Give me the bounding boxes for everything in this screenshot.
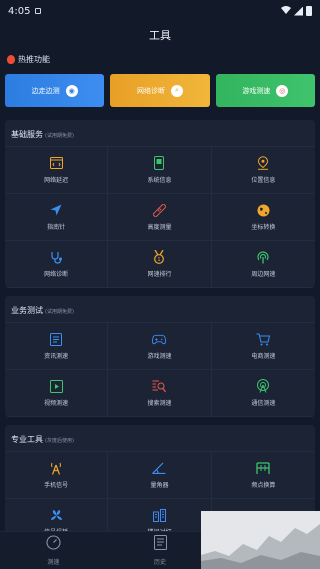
business-test-section: 业务测试 (试用期免费) 资讯测速 游戏测速 电商测速 视频测速 搜索测速 通信… <box>5 296 315 417</box>
tool-speed-ranking[interactable]: 1 网速排行 <box>108 241 212 288</box>
svg-text:1: 1 <box>158 257 161 263</box>
gamepad-icon <box>152 332 167 346</box>
tool-label: 手机信号 <box>44 482 69 489</box>
building-icon <box>152 508 166 522</box>
tab-label: 历史 <box>154 559 167 566</box>
page-title: 工具 <box>149 29 171 42</box>
tool-label: 视频测速 <box>44 400 69 407</box>
basic-services-section: 基础服务 (试用期免费) 网络延迟 系统信息 位置信息 指南针 高度测量 坐标转… <box>5 120 315 288</box>
walk-test-label: 边走边测 <box>31 86 60 95</box>
cell-signal-icon <box>294 6 303 16</box>
location-pin-icon <box>256 156 270 170</box>
game-icon: ◎ <box>276 84 289 97</box>
tool-network-latency[interactable]: 网络延迟 <box>5 147 109 194</box>
tool-label: 系统信息 <box>147 177 172 184</box>
floating-preview-overlay <box>201 511 320 569</box>
tool-label: 坐标转换 <box>251 224 276 231</box>
status-time: 4:05 <box>8 5 31 17</box>
phone-icon <box>152 156 166 170</box>
medal-icon: 1 <box>152 250 166 264</box>
tool-label: 网络延迟 <box>44 177 69 184</box>
notification-icon <box>35 8 42 14</box>
section-title: 业务测试 <box>11 306 43 315</box>
shopping-cart-icon <box>256 332 271 346</box>
compass-arrow-icon <box>49 203 63 217</box>
speedometer-icon <box>46 535 61 554</box>
hot-features-buttons: 边走边测 ◉ 网络诊断 ⌕ 游戏测速 ◎ <box>0 68 320 107</box>
tool-compass[interactable]: 指南针 <box>5 194 109 241</box>
tool-search-speed[interactable]: 搜索测速 <box>108 370 212 417</box>
tool-height-measure[interactable]: 高度测量 <box>108 194 212 241</box>
tool-communication-speed[interactable]: 通信测速 <box>211 370 315 417</box>
tool-label: 搜索测速 <box>147 400 172 407</box>
tool-phone-signal[interactable]: 手机信号 <box>5 452 109 499</box>
section-header: 专业工具 (灰度后使用) <box>5 425 315 451</box>
frequency-icon <box>256 461 270 475</box>
tool-label: 通信测速 <box>251 400 276 407</box>
battery-icon <box>306 6 312 16</box>
hot-features-header: 热推功能 <box>0 50 320 68</box>
tool-label: 量角器 <box>150 482 169 489</box>
magnifier-icon: ⌕ <box>170 84 183 97</box>
tool-label: 电商测速 <box>251 353 276 360</box>
protractor-icon <box>152 461 166 475</box>
status-bar: 4:05 <box>0 0 320 22</box>
tool-ecommerce-speed[interactable]: 电商测速 <box>211 323 315 370</box>
section-note: (灰度后使用) <box>45 438 74 444</box>
fan-icon <box>49 508 63 522</box>
ruler-icon <box>152 203 166 217</box>
game-speed-button[interactable]: 游戏测速 ◎ <box>215 74 315 107</box>
network-diagnosis-label: 网络诊断 <box>136 86 165 95</box>
wifi-icon <box>281 5 291 17</box>
globe-icon <box>256 203 270 217</box>
game-speed-label: 游戏测速 <box>242 86 271 95</box>
tab-history[interactable]: 历史 <box>107 532 214 569</box>
hot-features-title: 热推功能 <box>18 54 50 64</box>
antenna-icon <box>256 379 270 393</box>
section-header: 基础服务 (试用期免费) <box>5 120 315 146</box>
history-doc-icon <box>153 535 167 554</box>
tool-news-speed[interactable]: 资讯测速 <box>5 323 109 370</box>
tool-label: 高度测量 <box>147 224 172 231</box>
section-title: 专业工具 <box>11 435 43 444</box>
browser-code-icon <box>49 156 63 170</box>
tool-label: 指南针 <box>47 224 66 231</box>
section-note: (试用期免费) <box>45 309 74 315</box>
section-header: 业务测试 (试用期免费) <box>5 296 315 322</box>
tool-label: 网络诊断 <box>44 271 69 278</box>
search-list-icon <box>152 379 167 393</box>
section-note: (试用期免费) <box>45 133 74 139</box>
document-icon <box>49 332 63 346</box>
tool-frequency-convert[interactable]: 频点换算 <box>211 452 315 499</box>
tab-label: 测速 <box>47 559 60 566</box>
tool-game-speed[interactable]: 游戏测速 <box>108 323 212 370</box>
stethoscope-icon <box>49 250 63 264</box>
tool-protractor[interactable]: 量角器 <box>108 452 212 499</box>
tool-nearby-speed[interactable]: 周边网速 <box>211 241 315 288</box>
tool-label: 位置信息 <box>251 177 276 184</box>
tool-label: 网速排行 <box>147 271 172 278</box>
section-title: 基础服务 <box>11 130 43 139</box>
tab-speedtest[interactable]: 测速 <box>0 532 107 569</box>
signal-tower-icon <box>256 250 270 264</box>
cell-tower-icon <box>49 461 63 475</box>
tool-label: 资讯测速 <box>44 353 69 360</box>
video-icon <box>49 379 63 393</box>
network-diagnosis-button[interactable]: 网络诊断 ⌕ <box>110 74 210 107</box>
tool-system-info[interactable]: 系统信息 <box>108 147 212 194</box>
speed-globe-icon: ◉ <box>65 84 78 97</box>
tool-label: 周边网速 <box>251 271 276 278</box>
tool-network-diagnosis[interactable]: 网络诊断 <box>5 241 109 288</box>
tool-label: 游戏测速 <box>147 353 172 360</box>
tool-location-info[interactable]: 位置信息 <box>211 147 315 194</box>
walk-test-button[interactable]: 边走边测 ◉ <box>5 74 105 107</box>
page-title-bar: 工具 <box>0 22 320 48</box>
fire-icon <box>7 54 15 64</box>
tool-coordinate-convert[interactable]: 坐标转换 <box>211 194 315 241</box>
tool-video-speed[interactable]: 视频测速 <box>5 370 109 417</box>
tool-label: 频点换算 <box>251 482 276 489</box>
